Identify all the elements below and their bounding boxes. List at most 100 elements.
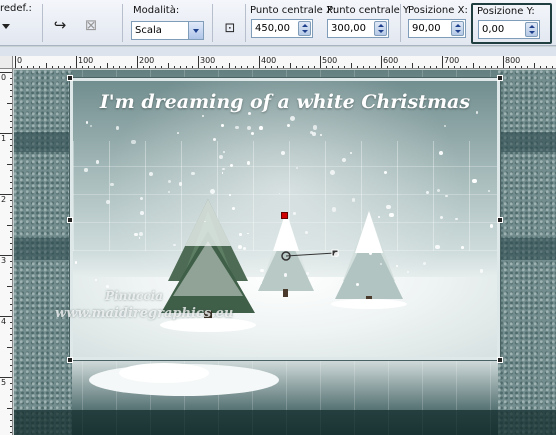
ruler-tick [100, 66, 102, 68]
ruler-tick [10, 151, 12, 153]
ruler-tick [10, 322, 12, 324]
image-canvas[interactable]: I'm dreaming of a white Christmas Pinucc… [14, 70, 556, 435]
ruler-h-number: 0 [17, 56, 23, 65]
ruler-tick [10, 126, 12, 128]
ruler-tick [204, 66, 206, 68]
ruler-tick [277, 66, 279, 68]
ruler-tick [179, 66, 181, 68]
chevron-down-icon[interactable] [188, 22, 203, 39]
pick-tool-disabled-icon[interactable]: ⊠ [80, 14, 102, 36]
ruler-tick [0, 133, 12, 134]
ruler-tick [10, 212, 12, 214]
ruler-tick [362, 66, 364, 68]
ruler-tick [45, 63, 47, 68]
vertical-ruler[interactable]: 0 1 2 3 4 5 [0, 69, 13, 435]
ruler-v-number: 5 [1, 378, 7, 387]
ruler-tick [252, 66, 254, 68]
ruler-tick [94, 66, 96, 68]
ruler-tick [435, 66, 437, 68]
ruler-tick [295, 66, 297, 68]
position-x-value: 90,00 [412, 23, 441, 34]
ruler-tick [387, 66, 389, 68]
ruler-tick [320, 56, 321, 68]
ruler-tick [307, 66, 309, 68]
ruler-tick [7, 407, 12, 409]
ruler-tick [503, 56, 504, 68]
ruler-tick [0, 377, 12, 378]
ruler-tick [539, 66, 541, 68]
ruler-tick [350, 63, 352, 68]
ruler-tick [460, 66, 462, 68]
position-y-field[interactable]: 0,00 [478, 20, 540, 39]
ruler-h-number: 300 [200, 56, 216, 65]
selected-layer[interactable]: I'm dreaming of a white Christmas Pinucc… [55, 75, 503, 363]
preset-dropdown-arrow-icon[interactable] [2, 24, 10, 29]
ruler-tick [545, 66, 547, 68]
center-x-value: 450,00 [255, 23, 290, 34]
ruler-tick [10, 383, 12, 385]
position-x-field[interactable]: 90,00 [408, 19, 466, 38]
center-x-spinner[interactable] [298, 21, 311, 36]
ruler-tick [10, 334, 12, 336]
ruler-tick [149, 66, 151, 68]
ruler-tick [423, 66, 425, 68]
ruler-tick [222, 66, 224, 68]
ruler-tick [10, 401, 12, 403]
ruler-tick [271, 66, 273, 68]
ruler-tick [10, 419, 12, 421]
ruler-tick [10, 187, 12, 189]
mode-select[interactable]: Scala [131, 21, 204, 40]
position-y-label: Posizione Y: [477, 6, 535, 17]
ruler-tick [10, 303, 12, 305]
ruler-tick [10, 169, 12, 171]
handle-bottom-right[interactable] [497, 357, 503, 363]
ruler-tick [289, 63, 291, 68]
ruler-tick [216, 66, 218, 68]
ruler-tick [405, 66, 407, 68]
ruler-tick [69, 66, 71, 68]
handle-left-middle[interactable] [67, 217, 73, 223]
center-y-label: Punto centrale Y: [327, 5, 412, 16]
ruler-tick [265, 66, 267, 68]
rotation-handle [331, 249, 339, 257]
handle-top-right[interactable] [497, 75, 503, 81]
ruler-tick [10, 84, 12, 86]
ruler-tick [10, 273, 12, 275]
transform-bounds-icon[interactable]: ⊡ [219, 17, 241, 39]
ruler-tick [472, 63, 474, 68]
toolbar-gap [0, 47, 556, 56]
horizontal-ruler[interactable]: 0 100 200 300 400 500 600 700 800 [13, 56, 556, 69]
center-y-spinner[interactable] [374, 21, 387, 36]
ruler-tick [88, 66, 90, 68]
ruler-tick [313, 66, 315, 68]
handle-bottom-left[interactable] [67, 357, 73, 363]
position-x-spinner[interactable] [451, 21, 464, 36]
ruler-tick [57, 66, 59, 68]
ruler-tick [7, 346, 12, 348]
ruler-tick [10, 267, 12, 269]
ruler-tick [10, 395, 12, 397]
ruler-h-number: 100 [78, 56, 94, 65]
handle-top-left[interactable] [67, 75, 73, 81]
ruler-tick [10, 200, 12, 202]
ruler-tick [0, 194, 12, 195]
ruler-tick [10, 114, 12, 116]
ruler-tick [10, 175, 12, 177]
ruler-tick [15, 56, 16, 68]
ruler-tick [137, 56, 138, 68]
reset-rotate-icon[interactable]: ↪ [49, 14, 71, 36]
position-y-spinner[interactable] [525, 22, 538, 37]
ruler-tick [124, 66, 126, 68]
center-y-field[interactable]: 300,00 [327, 19, 389, 38]
canvas-band-bottom [14, 410, 556, 435]
ruler-tick [10, 218, 12, 220]
mode-label: Modalità: [133, 5, 180, 16]
ruler-tick [10, 236, 12, 238]
pivot-point-marker[interactable] [281, 212, 288, 219]
handle-right-middle[interactable] [497, 217, 503, 223]
preset-label: redef.: [0, 3, 32, 14]
center-x-field[interactable]: 450,00 [251, 19, 313, 38]
ruler-v-number: 3 [1, 256, 7, 265]
ruler-tick [10, 358, 12, 360]
ruler-h-number: 800 [505, 56, 521, 65]
